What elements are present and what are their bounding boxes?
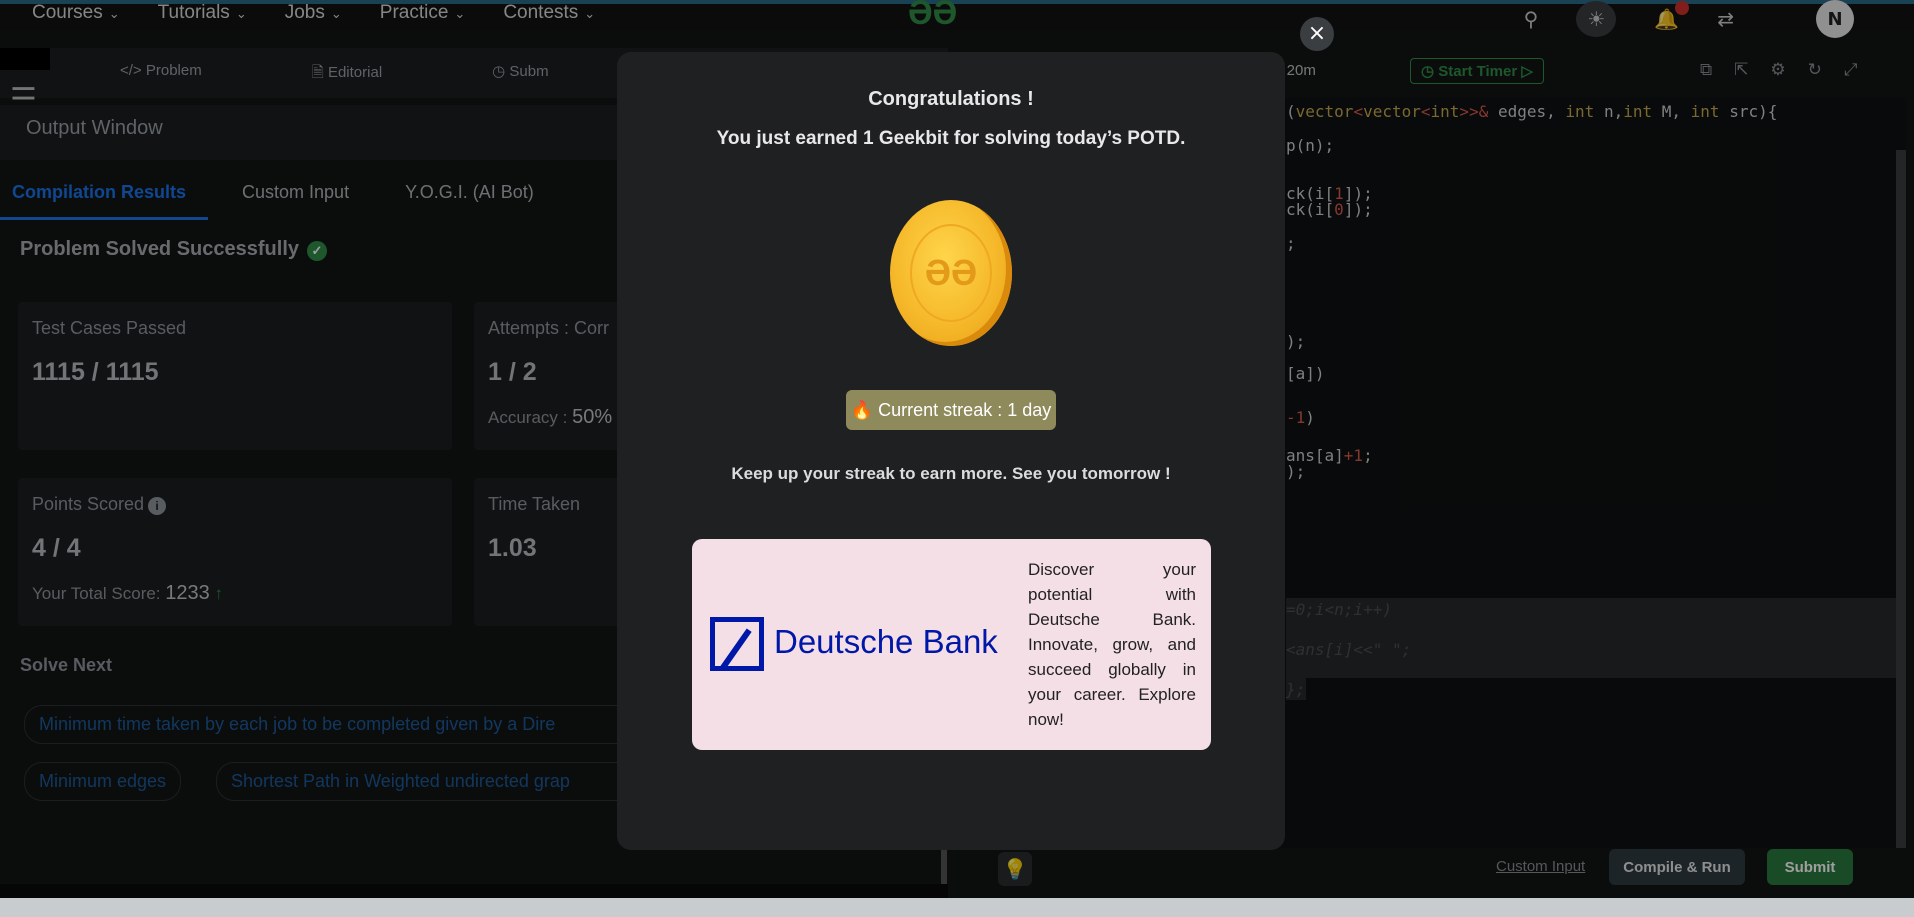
modal-title: Congratulations ! (868, 88, 1034, 110)
deutsche-bank-ad[interactable]: Deutsche Bank Discover your potential wi… (692, 539, 1211, 750)
modal-subtitle: You just earned 1 Geekbit for solving to… (716, 128, 1186, 149)
streak-message: Keep up your streak to earn more. See yo… (731, 464, 1171, 483)
close-icon[interactable]: × (1300, 17, 1334, 51)
streak-badge: 🔥 Current streak : 1 day (846, 390, 1056, 430)
deutsche-bank-logo-icon (710, 617, 764, 671)
geekbit-coin-icon: ƏƏ (890, 200, 1012, 346)
ad-brand: Deutsche Bank (774, 623, 998, 660)
bottom-strip (0, 898, 1914, 917)
ad-text: Discover your potential with Deutsche Ba… (1028, 560, 1196, 729)
